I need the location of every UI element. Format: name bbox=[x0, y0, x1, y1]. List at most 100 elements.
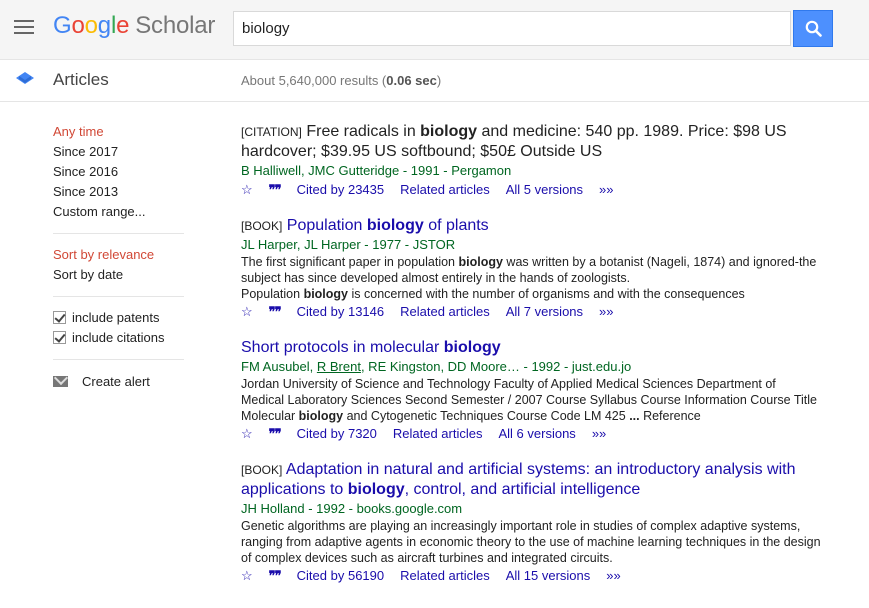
result-actions: ☆ ❞❞ Cited by 56190 Related articles All 15 … bbox=[241, 567, 821, 586]
articles-icon bbox=[16, 72, 34, 84]
author-text: , RE Kingston, DD Moore… - 1992 - just.e… bbox=[360, 359, 632, 374]
sidebar-divider bbox=[53, 233, 184, 234]
result-item: [BOOK] Adaptation in natural and artific… bbox=[241, 460, 821, 586]
cite-quote-icon[interactable]: ❞❞ bbox=[269, 183, 282, 198]
result-title[interactable]: Short protocols in molecular biology bbox=[241, 338, 821, 358]
related-articles-link[interactable]: Related articles bbox=[400, 568, 490, 583]
snippet-text: The first significant paper in populatio… bbox=[241, 255, 459, 269]
more-icon[interactable]: »» bbox=[592, 426, 606, 441]
all-versions-link[interactable]: All 5 versions bbox=[506, 182, 583, 197]
google-scholar-logo[interactable]: Google Scholar bbox=[53, 12, 215, 40]
search-input[interactable] bbox=[234, 12, 790, 45]
result-actions: ☆ ❞❞ Cited by 13146 Related articles All 7 v… bbox=[241, 303, 821, 322]
cited-by-link[interactable]: Cited by 7320 bbox=[297, 426, 377, 441]
all-versions-link[interactable]: All 7 versions bbox=[506, 304, 583, 319]
related-articles-link[interactable]: Related articles bbox=[400, 304, 490, 319]
save-star-icon[interactable]: ☆ bbox=[241, 182, 253, 197]
sort-by-date[interactable]: Sort by date bbox=[53, 265, 184, 285]
more-icon[interactable]: »» bbox=[606, 568, 620, 583]
result-title[interactable]: [CITATION] Free radicals in biology and … bbox=[241, 122, 821, 162]
sort-by-relevance[interactable]: Sort by relevance bbox=[53, 245, 184, 265]
logo-letter: o bbox=[84, 12, 98, 39]
sidebar-divider bbox=[53, 296, 184, 297]
search-button[interactable] bbox=[793, 10, 833, 47]
filter-any-time[interactable]: Any time bbox=[53, 122, 184, 142]
cited-by-link[interactable]: Cited by 13146 bbox=[297, 304, 384, 319]
snippet-text: Population bbox=[241, 287, 304, 301]
filter-since-2017[interactable]: Since 2017 bbox=[53, 142, 184, 162]
cited-by-link[interactable]: Cited by 56190 bbox=[297, 568, 384, 583]
logo-letter: e bbox=[116, 12, 130, 39]
result-type: [BOOK] bbox=[241, 219, 283, 233]
related-articles-link[interactable]: Related articles bbox=[393, 426, 483, 441]
results-time: 0.06 sec bbox=[386, 73, 437, 88]
result-title-text: Population bbox=[282, 217, 367, 234]
logo-letter: G bbox=[53, 12, 72, 39]
result-item: Short protocols in molecular biology FM … bbox=[241, 338, 821, 444]
include-citations-toggle[interactable]: include citations bbox=[53, 328, 184, 348]
search-box bbox=[233, 11, 791, 46]
cite-quote-icon[interactable]: ❞❞ bbox=[269, 305, 282, 320]
all-versions-link[interactable]: All 6 versions bbox=[499, 426, 576, 441]
related-articles-link[interactable]: Related articles bbox=[400, 182, 490, 197]
result-snippet: Jordan University of Science and Technol… bbox=[241, 376, 821, 424]
result-title-keyword: biology bbox=[443, 339, 501, 356]
result-type: [CITATION] bbox=[241, 125, 302, 139]
results-prefix: About 5,640,000 results ( bbox=[241, 73, 387, 88]
result-authors: B Halliwell, JMC Gutteridge - 1991 - Per… bbox=[241, 163, 512, 178]
result-item: [CITATION] Free radicals in biology and … bbox=[241, 122, 821, 200]
section-label: Articles bbox=[53, 70, 109, 89]
cited-by-link[interactable]: Cited by 23435 bbox=[297, 182, 384, 197]
more-icon[interactable]: »» bbox=[599, 304, 613, 319]
logo-letter: o bbox=[71, 12, 85, 39]
logo-letter: g bbox=[97, 12, 111, 39]
result-actions: ☆ ❞❞ Cited by 7320 Related articles All 6 ve… bbox=[241, 425, 821, 444]
result-actions: ☆ ❞❞ Cited by 23435 Related articles All 5 v… bbox=[241, 181, 821, 200]
save-star-icon[interactable]: ☆ bbox=[241, 304, 253, 319]
sidebar-divider bbox=[53, 359, 184, 360]
create-alert-label: Create alert bbox=[82, 374, 150, 389]
result-snippet: Genetic algorithms are playing an increa… bbox=[241, 519, 821, 565]
author-text: FM Ausubel, bbox=[241, 359, 317, 374]
result-title[interactable]: [BOOK] Population biology of plants bbox=[241, 216, 821, 236]
more-icon[interactable]: »» bbox=[599, 182, 613, 197]
include-patents-checkbox[interactable] bbox=[53, 311, 66, 324]
result-title-keyword: biology bbox=[366, 217, 424, 234]
filter-custom-range[interactable]: Custom range... bbox=[53, 202, 184, 222]
envelope-icon bbox=[53, 376, 68, 387]
include-patents-toggle[interactable]: include patents bbox=[53, 308, 184, 328]
filter-since-2013[interactable]: Since 2013 bbox=[53, 182, 184, 202]
result-title-text: Short protocols in molecular bbox=[241, 339, 444, 356]
result-authors: FM Ausubel, R Brent, RE Kingston, DD Moo… bbox=[241, 358, 821, 376]
snippet-text: is concerned with the number of organism… bbox=[348, 287, 745, 301]
all-versions-link[interactable]: All 15 versions bbox=[506, 568, 591, 583]
include-citations-checkbox[interactable] bbox=[53, 331, 66, 344]
include-citations-label: include citations bbox=[72, 330, 165, 345]
filter-since-2016[interactable]: Since 2016 bbox=[53, 162, 184, 182]
author-profile-link[interactable]: R Brent bbox=[317, 359, 361, 374]
snippet-keyword: biology bbox=[303, 287, 349, 301]
save-star-icon[interactable]: ☆ bbox=[241, 426, 253, 441]
logo-product: Scholar bbox=[135, 12, 216, 39]
snippet-text: and Cytogenetic Techniques Course Code L… bbox=[343, 409, 630, 423]
snippet-keyword: biology bbox=[458, 255, 503, 269]
results-suffix: ) bbox=[436, 73, 442, 88]
include-patents-label: include patents bbox=[72, 310, 160, 325]
result-title-text: of plants bbox=[423, 217, 489, 234]
sidebar: Any time Since 2017 Since 2016 Since 201… bbox=[53, 122, 184, 392]
menu-icon[interactable] bbox=[14, 20, 34, 34]
cite-quote-icon[interactable]: ❞❞ bbox=[269, 569, 282, 584]
top-bar: Google Scholar bbox=[0, 0, 869, 60]
header-divider bbox=[0, 101, 869, 102]
results-list: [CITATION] Free radicals in biology and … bbox=[241, 122, 821, 602]
search-icon bbox=[805, 20, 822, 37]
create-alert-button[interactable]: Create alert bbox=[53, 372, 184, 392]
cite-quote-icon[interactable]: ❞❞ bbox=[269, 427, 282, 442]
snippet-text: Reference bbox=[639, 409, 701, 423]
snippet-ellipsis: ... bbox=[629, 409, 640, 423]
result-authors: JL Harper, JL Harper - 1977 - JSTOR bbox=[241, 237, 456, 252]
results-count: About 5,640,000 results (0.06 sec) bbox=[241, 73, 441, 88]
save-star-icon[interactable]: ☆ bbox=[241, 568, 253, 583]
result-title[interactable]: [BOOK] Adaptation in natural and artific… bbox=[241, 460, 821, 500]
result-item: [BOOK] Population biology of plants JL H… bbox=[241, 216, 821, 322]
